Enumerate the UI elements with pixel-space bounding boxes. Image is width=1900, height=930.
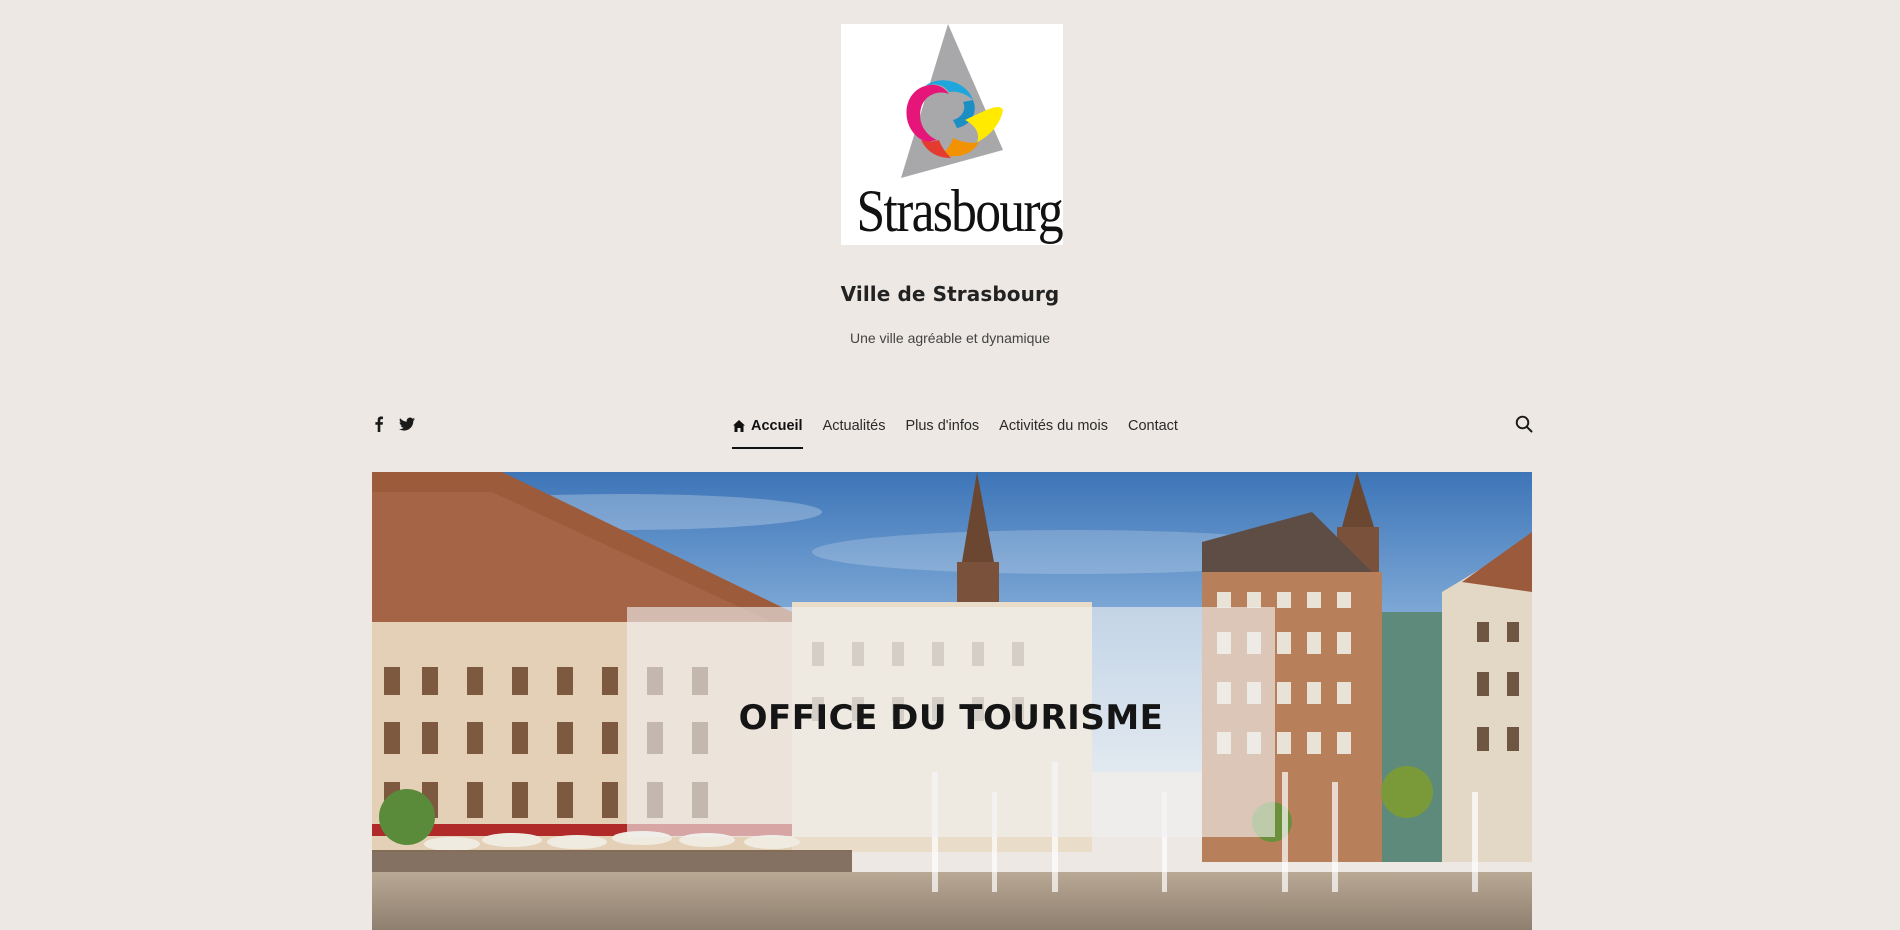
nav-label: Activités du mois — [999, 418, 1108, 434]
search-icon[interactable] — [1515, 415, 1533, 433]
nav-item-actualites[interactable]: Actualités — [813, 404, 896, 448]
site-tagline: Une ville agréable et dynamique — [849, 330, 1050, 346]
twitter-icon[interactable] — [399, 416, 415, 432]
nav-item-contact[interactable]: Contact — [1118, 404, 1188, 448]
page: Strasbourg Ville de Strasbourg Une ville… — [0, 0, 1900, 930]
site-title[interactable]: Ville de Strasbourg — [0, 282, 1900, 306]
main-nav: Accueil Actualités Plus d'infos Activité… — [732, 404, 1188, 449]
nav-label: Contact — [1127, 418, 1178, 434]
nav-item-activites-du-mois[interactable]: Activités du mois — [989, 404, 1118, 448]
hero-overlay: OFFICE DU TOURISME — [627, 607, 1275, 837]
home-icon — [733, 420, 745, 432]
hero-title: OFFICE DU TOURISME — [738, 698, 1164, 738]
facebook-icon[interactable] — [371, 416, 387, 432]
social-links — [371, 416, 415, 432]
nav-item-plus-dinfos[interactable]: Plus d'infos — [895, 404, 989, 448]
nav-item-accueil[interactable]: Accueil — [732, 404, 813, 449]
nav-label: Plus d'infos — [905, 418, 980, 434]
hero-banner: OFFICE DU TOURISME — [372, 472, 1532, 930]
nav-label: Actualités — [822, 418, 886, 434]
nav-label: Accueil — [751, 418, 803, 434]
logo-wordmark: Strasbourg — [856, 178, 1063, 244]
site-logo[interactable]: Strasbourg — [841, 24, 1063, 245]
